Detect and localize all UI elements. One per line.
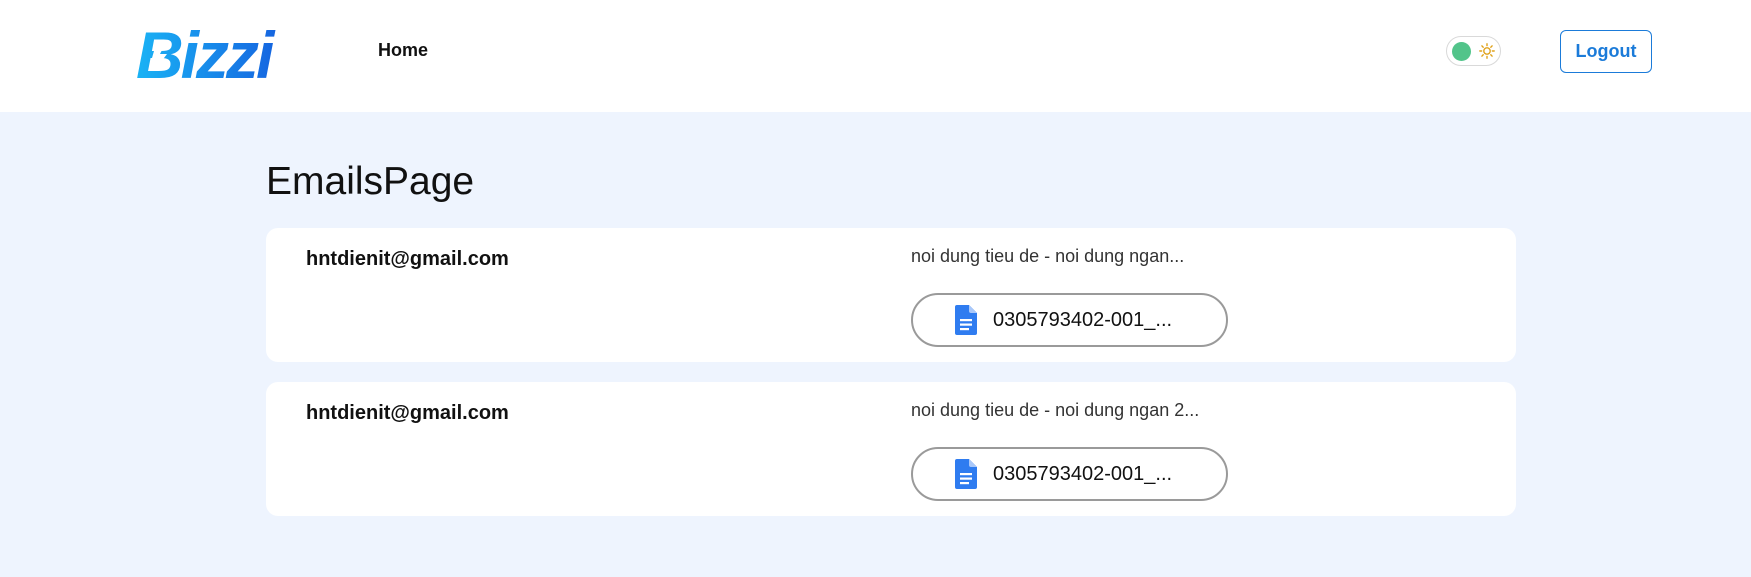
google-doc-icon	[955, 305, 977, 335]
nav-home-link[interactable]: Home	[378, 40, 428, 61]
attachment-name: 0305793402-001_...	[993, 462, 1173, 485]
google-doc-icon	[955, 459, 977, 489]
email-subject: noi dung tieu de - noi dung ngan 2...	[911, 400, 1200, 420]
bizzi-logo[interactable]: Bizzi	[134, 22, 314, 82]
email-list: hntdienit@gmail.com noi dung tieu de - n…	[266, 228, 1516, 536]
top-header: Bizzi Home Logout	[0, 0, 1751, 112]
page-title: EmailsPage	[266, 160, 475, 203]
theme-toggle[interactable]	[1446, 36, 1501, 66]
email-card[interactable]: hntdienit@gmail.com noi dung tieu de - n…	[266, 228, 1516, 362]
email-card[interactable]: hntdienit@gmail.com noi dung tieu de - n…	[266, 382, 1516, 516]
email-sender: hntdienit@gmail.com	[306, 402, 509, 424]
sun-icon	[1479, 43, 1495, 59]
email-sender: hntdienit@gmail.com	[306, 248, 509, 270]
attachment-chip[interactable]: 0305793402-001_...	[911, 447, 1228, 501]
attachment-name: 0305793402-001_...	[993, 308, 1173, 331]
email-subject: noi dung tieu de - noi dung ngan...	[911, 246, 1185, 266]
logout-button[interactable]: Logout	[1560, 30, 1652, 73]
attachment-chip[interactable]: 0305793402-001_...	[911, 293, 1228, 347]
toggle-knob	[1452, 42, 1471, 61]
